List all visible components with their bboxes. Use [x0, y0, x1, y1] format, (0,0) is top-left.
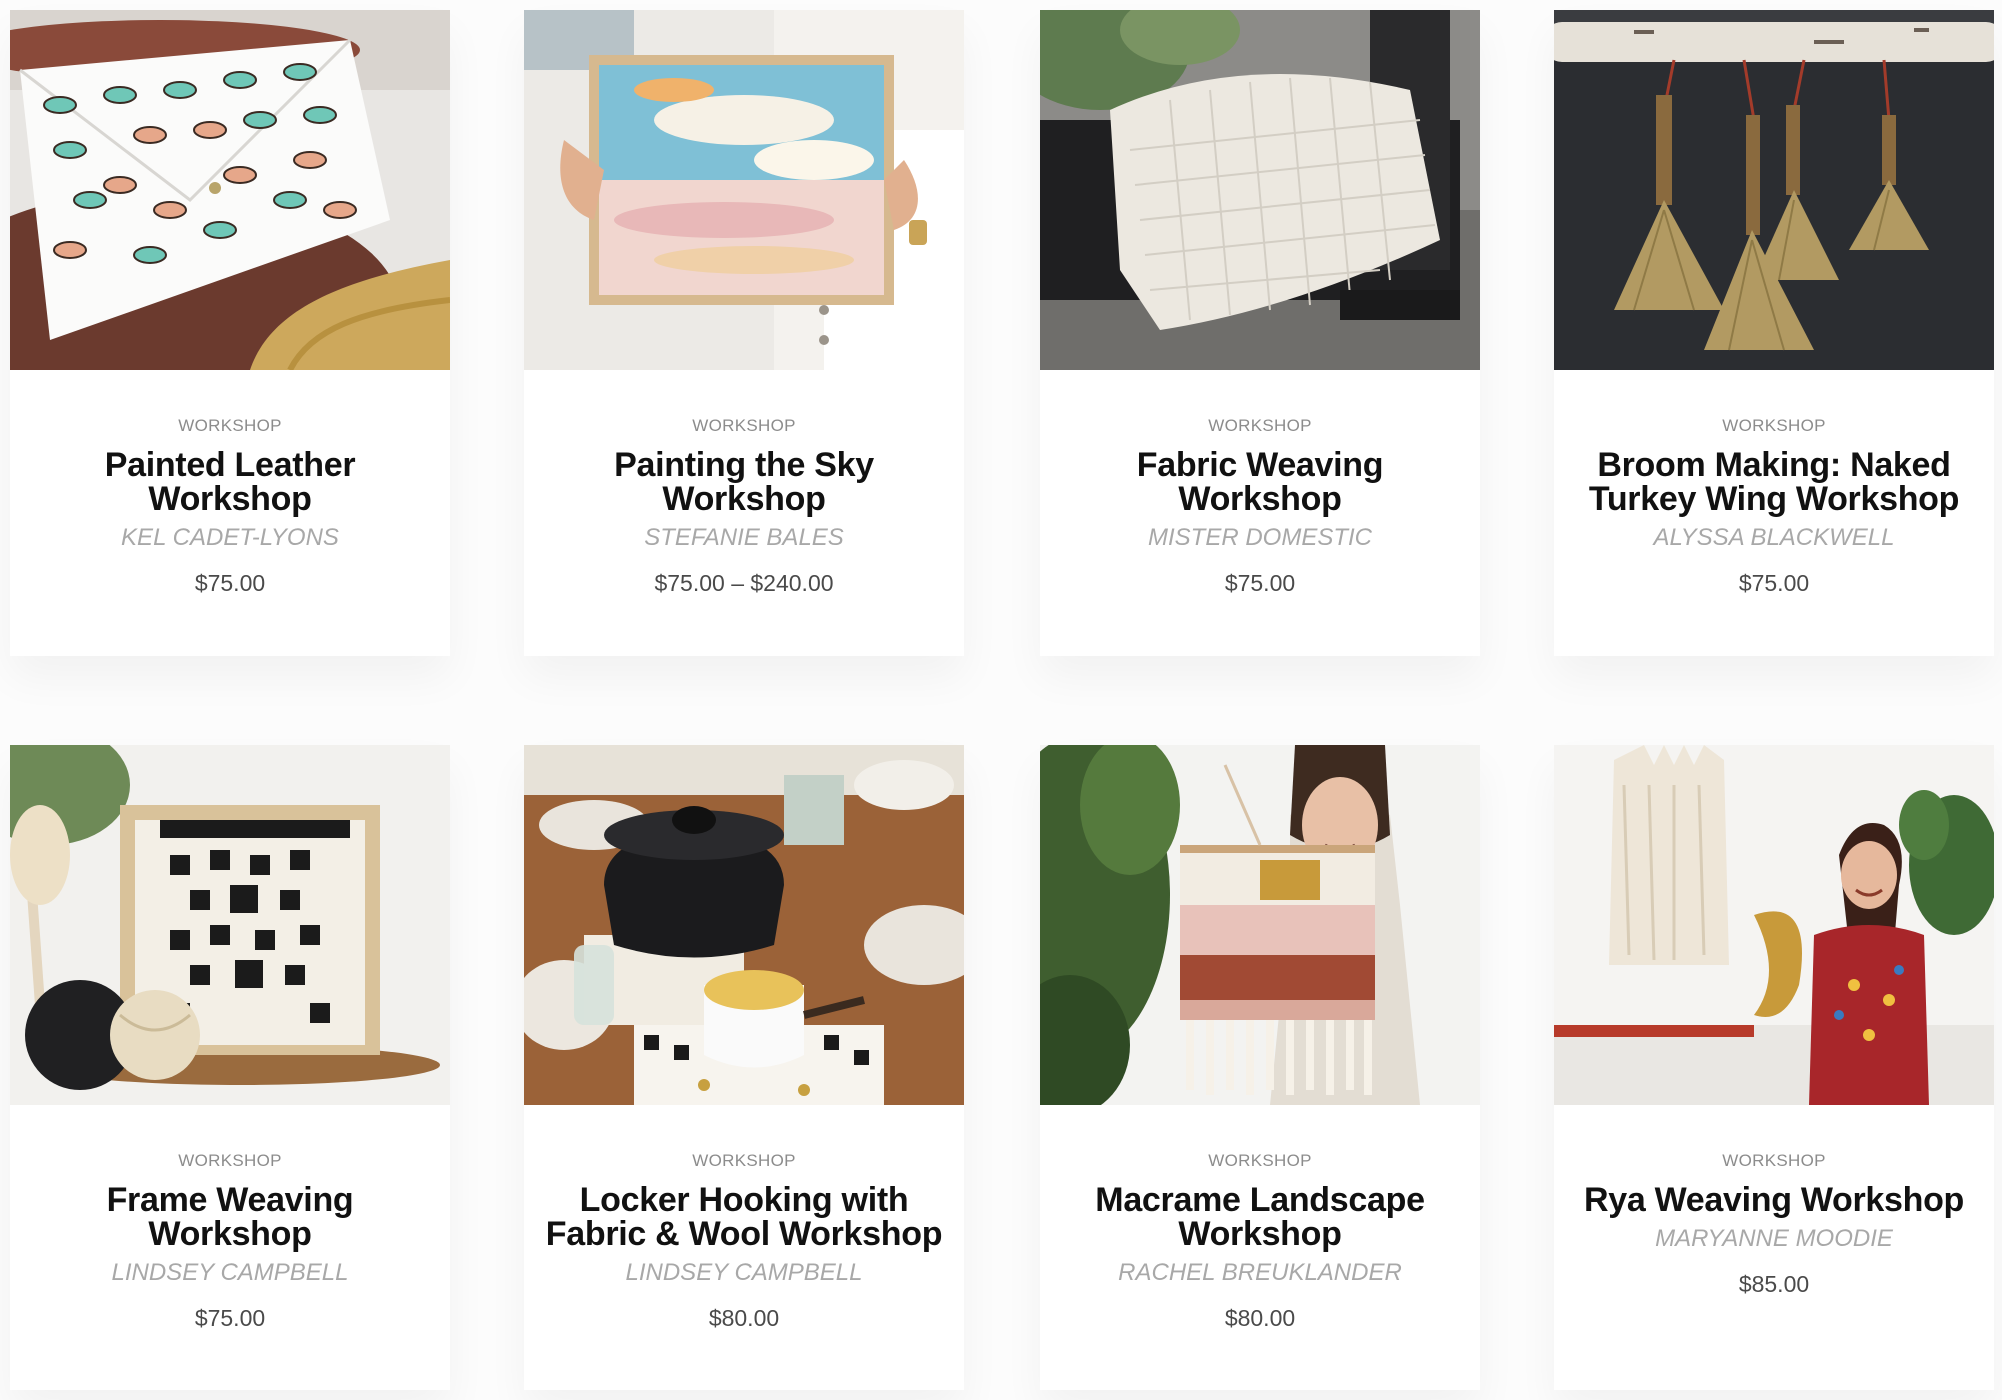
product-artist[interactable]: RACHEL BREUKLANDER — [1058, 1259, 1462, 1287]
locker-hooking-table-image — [524, 745, 964, 1105]
product-image[interactable] — [1554, 10, 1994, 370]
sky-painting-image — [524, 10, 964, 370]
product-title[interactable]: Broom Making: Naked Turkey Wing Workshop — [1572, 448, 1976, 516]
product-price: $75.00 — [1224, 570, 1296, 596]
product-category: WORKSHOP — [1722, 416, 1826, 435]
macrame-landscape-image — [1040, 745, 1480, 1105]
product-image[interactable] — [1554, 745, 1994, 1105]
product-image[interactable] — [1040, 10, 1480, 370]
product-card-rya-weaving[interactable]: WORKSHOP Rya Weaving Workshop MARYANNE M… — [1554, 745, 1994, 1390]
product-card-broom-making[interactable]: WORKSHOP Broom Making: Naked Turkey Wing… — [1554, 10, 1994, 656]
hanging-brooms-image — [1554, 10, 1994, 370]
product-category: WORKSHOP — [1722, 1151, 1826, 1170]
product-grid: WORKSHOP Painted Leather Workshop KEL CA… — [0, 0, 2002, 1400]
product-image[interactable] — [10, 10, 450, 370]
woven-pillow-image — [1040, 10, 1480, 370]
product-price: $85.00 — [1738, 1271, 1810, 1297]
product-price: $80.00 — [708, 1305, 780, 1331]
product-image[interactable] — [524, 745, 964, 1105]
product-image[interactable] — [10, 745, 450, 1105]
product-price: $75.00 — [194, 1305, 266, 1331]
product-artist[interactable]: ALYSSA BLACKWELL — [1572, 524, 1976, 552]
product-price: $80.00 — [1224, 1305, 1296, 1331]
product-category: WORKSHOP — [692, 1151, 796, 1170]
frame-weaving-image — [10, 745, 450, 1105]
product-title[interactable]: Frame Weaving Workshop — [28, 1183, 432, 1251]
painted-leather-clutch-image — [10, 10, 450, 370]
product-artist[interactable]: LINDSEY CAMPBELL — [28, 1259, 432, 1287]
product-artist[interactable]: MISTER DOMESTIC — [1058, 524, 1462, 552]
product-card-painting-the-sky[interactable]: WORKSHOP Painting the Sky Workshop STEFA… — [524, 10, 964, 656]
product-title[interactable]: Painted Leather Workshop — [28, 448, 432, 516]
product-price: $75.00 — [1738, 570, 1810, 596]
product-category: WORKSHOP — [1208, 1151, 1312, 1170]
product-title[interactable]: Macrame Landscape Workshop — [1058, 1183, 1462, 1251]
product-artist[interactable]: LINDSEY CAMPBELL — [542, 1259, 946, 1287]
product-image[interactable] — [524, 10, 964, 370]
product-card-locker-hooking[interactable]: WORKSHOP Locker Hooking with Fabric & Wo… — [524, 745, 964, 1390]
product-category: WORKSHOP — [1208, 416, 1312, 435]
product-card-frame-weaving[interactable]: WORKSHOP Frame Weaving Workshop LINDSEY … — [10, 745, 450, 1390]
product-category: WORKSHOP — [178, 416, 282, 435]
product-title[interactable]: Fabric Weaving Workshop — [1058, 448, 1462, 516]
product-category: WORKSHOP — [692, 416, 796, 435]
product-card-painted-leather[interactable]: WORKSHOP Painted Leather Workshop KEL CA… — [10, 10, 450, 656]
product-price: $75.00 — [194, 570, 266, 596]
product-card-fabric-weaving[interactable]: WORKSHOP Fabric Weaving Workshop MISTER … — [1040, 10, 1480, 656]
product-artist[interactable]: MARYANNE MOODIE — [1572, 1225, 1976, 1253]
product-price: $75.00 – $240.00 — [654, 570, 834, 596]
product-category: WORKSHOP — [178, 1151, 282, 1170]
product-artist[interactable]: KEL CADET-LYONS — [28, 524, 432, 552]
product-title[interactable]: Painting the Sky Workshop — [542, 448, 946, 516]
product-card-macrame-landscape[interactable]: WORKSHOP Macrame Landscape Workshop RACH… — [1040, 745, 1480, 1390]
rya-weaving-image — [1554, 745, 1994, 1105]
product-image[interactable] — [1040, 745, 1480, 1105]
product-title[interactable]: Locker Hooking with Fabric & Wool Worksh… — [542, 1183, 946, 1251]
product-artist[interactable]: STEFANIE BALES — [542, 524, 946, 552]
product-title[interactable]: Rya Weaving Workshop — [1572, 1183, 1976, 1217]
